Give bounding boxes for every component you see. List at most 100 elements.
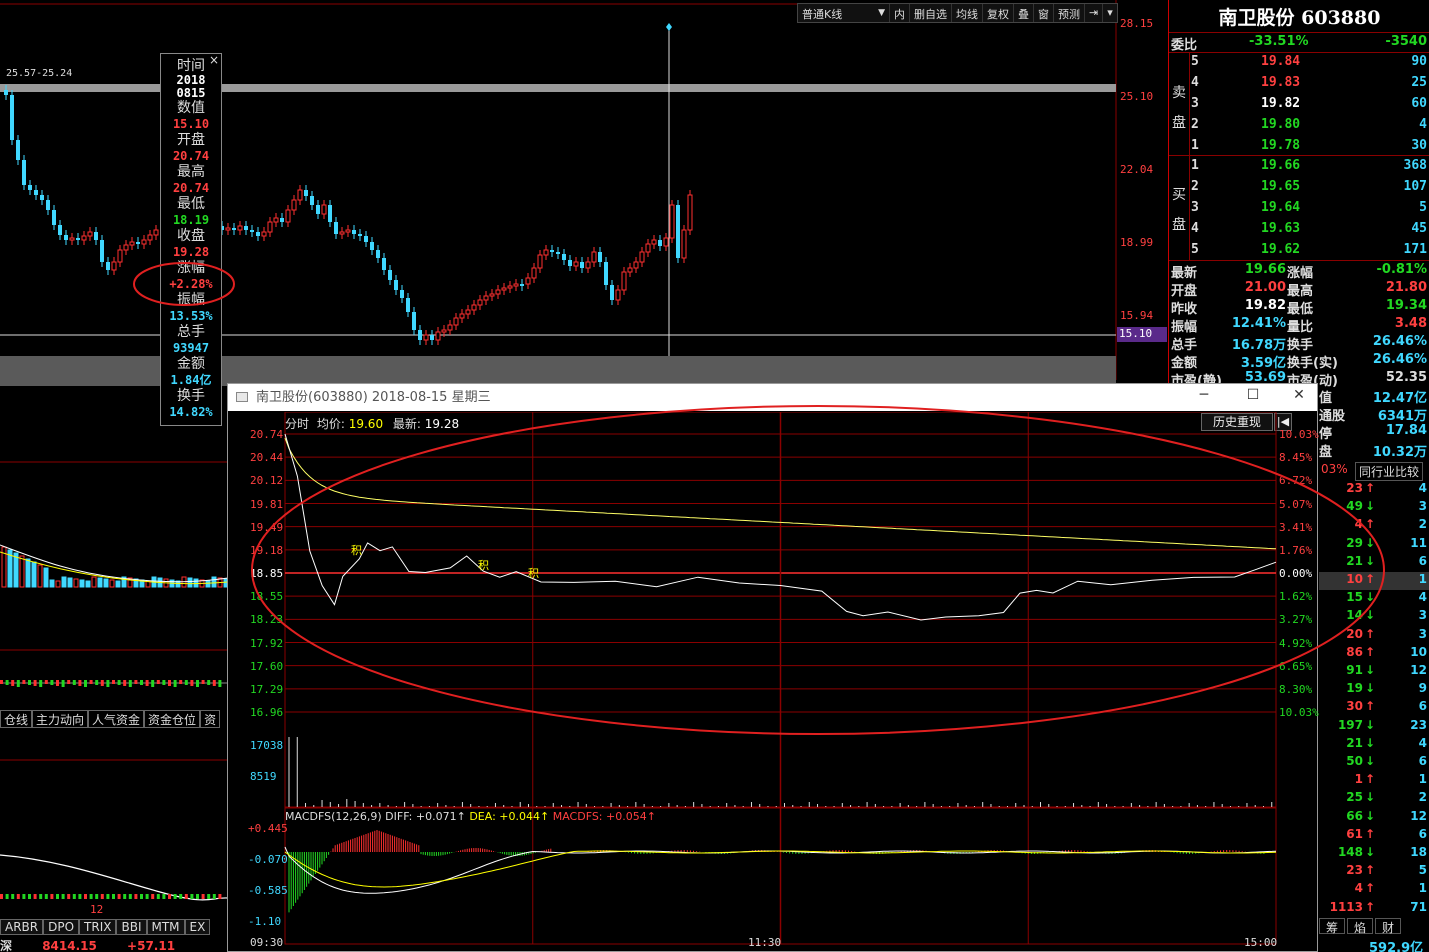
kline-candle [316, 200, 320, 219]
chart-toolbar: 普通K线 ▼ 内 删自选 均线 复权 叠 窗 预测 ⇥ ▾ [797, 3, 1118, 23]
toolbar-button-remove-watch[interactable]: 删自选 [910, 4, 952, 22]
kline-candle [291, 195, 297, 215]
kline-candle [232, 223, 236, 235]
bid-price: 19.62 [1261, 242, 1301, 257]
peer-value-a: 25 [1346, 790, 1363, 805]
stat-value: 3.48 [1394, 316, 1427, 331]
kline-candle [435, 327, 441, 345]
kline-candle [543, 245, 549, 260]
tab-cangxian[interactable]: 仓线 [0, 710, 33, 728]
toolbar-button-adjust[interactable]: 复权 [983, 4, 1014, 22]
tab-main-force[interactable]: 主力动向 [32, 710, 89, 728]
left-volume-bar [55, 580, 61, 588]
bid-price: 19.65 [1261, 179, 1301, 194]
kline-candle [430, 330, 434, 345]
kline-candle [598, 247, 602, 267]
left-bottom-bar [134, 894, 138, 899]
left-mini-bar [61, 680, 65, 687]
peer-value-b: 4 [1418, 481, 1427, 495]
tab-fund-position[interactable]: 资金仓位 [144, 710, 201, 728]
left-volume-bar [109, 579, 115, 588]
kline-candle [394, 275, 398, 295]
kline-candle [136, 237, 140, 249]
toolbar-expand-icon[interactable]: ⇥ [1085, 4, 1104, 22]
bid-volume: 368 [1403, 158, 1427, 173]
tab-bbi[interactable]: BBI [116, 919, 147, 935]
tab-chip[interactable]: 筹 [1319, 918, 1346, 935]
left-bottom-bar [61, 894, 65, 899]
left-bottom-bar [39, 894, 43, 899]
macd-dea: DEA: +0.044↑ [469, 810, 550, 823]
tip-amount-label: 金额 [177, 356, 205, 372]
left-bottom-bar [196, 894, 199, 899]
annotation-large-ellipse [251, 405, 1385, 735]
ask-row: 3 19.82 60 [1189, 94, 1429, 114]
stat-row: 开盘 21.00 最高 21.80 [1171, 279, 1429, 299]
toolbar-button-ma[interactable]: 均线 [952, 4, 983, 22]
peer-value-a: 4 [1354, 881, 1363, 896]
bid-price: 19.66 [1261, 158, 1301, 173]
toolbar-button-window[interactable]: 窗 [1034, 4, 1054, 22]
tab-ex[interactable]: EX [184, 919, 211, 935]
kline-candle [81, 231, 87, 245]
left-volume-bar [205, 580, 211, 588]
left-bottom-bar [179, 894, 183, 899]
kline-candle [28, 180, 32, 195]
kline-candle [537, 250, 543, 273]
indicator-tabs-upper: 仓线 主力动向 人气资金 资金仓位 资 [0, 710, 221, 728]
left-bottom-bar [72, 894, 76, 899]
peer-row: 61 ↑ 6 [1319, 827, 1429, 845]
tab-dpo[interactable]: DPO [43, 919, 80, 935]
kline-candle [513, 279, 519, 291]
peer-row: 1113 ↑ 71 [1319, 900, 1429, 918]
toolbar-more-icon[interactable]: ▾ [1103, 4, 1117, 22]
left-mini-bar [78, 680, 82, 686]
toolbar-button-overlay[interactable]: 叠 [1014, 4, 1034, 22]
tab-flame[interactable]: 焰 [1347, 918, 1374, 935]
left-bottom-bar [140, 894, 143, 899]
close-icon[interactable]: × [209, 53, 219, 67]
ask-level: 1 [1191, 138, 1199, 153]
index-ticker: 深 8414.15 +57.11 [0, 937, 228, 952]
tip-value: 15.10 [172, 117, 210, 131]
peer-value-b: 12 [1410, 663, 1427, 677]
left-volume-bar [31, 561, 37, 588]
bottom-value: 592.9亿 [1369, 941, 1424, 952]
left-bottom-bar [207, 894, 211, 899]
peer-row: 25 ↓ 2 [1319, 790, 1429, 808]
bid-price: 19.64 [1261, 200, 1301, 215]
left-bottom-bar [106, 894, 110, 899]
kline-candle [621, 267, 627, 295]
left-bottom-bar [100, 894, 104, 899]
tab-fund-more[interactable]: 资 [200, 710, 221, 728]
kline-candle [244, 221, 248, 235]
ask-row: 1 19.78 30 [1189, 136, 1429, 156]
tab-popularity-fund[interactable]: 人气资金 [88, 710, 145, 728]
left-mini-bar [156, 680, 160, 684]
left-mini-bar [28, 680, 31, 685]
kline-candle [471, 300, 477, 315]
toolbar-button-forecast[interactable]: 预测 [1054, 4, 1085, 22]
tab-trix[interactable]: TRIX [79, 919, 117, 935]
annotation-small-ellipse [133, 262, 235, 306]
macd-axis-label: +0.445 [248, 822, 288, 835]
toolbar-button-inner[interactable]: 内 [890, 4, 910, 22]
kline-candle [591, 247, 597, 267]
kline-price-label: 18.99 [1120, 236, 1154, 249]
left-bottom-bar [33, 894, 37, 899]
left-bottom-bar [89, 894, 93, 899]
left-bottom-bar [11, 894, 15, 899]
arrow-up-icon: ↑ [1365, 899, 1376, 914]
left-volume-bar [13, 552, 19, 588]
kline-candle [562, 249, 566, 265]
left-mini-bar [212, 680, 216, 686]
tab-mtm[interactable]: MTM [146, 919, 185, 935]
tip-high-label: 最高 [177, 164, 205, 180]
peer-value-b: 3 [1418, 626, 1427, 641]
kline-type-select[interactable]: 普通K线 ▼ [798, 4, 890, 22]
stat-value: 21.00 [1244, 280, 1286, 295]
tab-finance[interactable]: 财 [1375, 918, 1402, 935]
tab-arbr[interactable]: ARBR [0, 919, 44, 935]
left-bottom-bar [95, 894, 99, 899]
bid-level: 5 [1191, 242, 1199, 257]
